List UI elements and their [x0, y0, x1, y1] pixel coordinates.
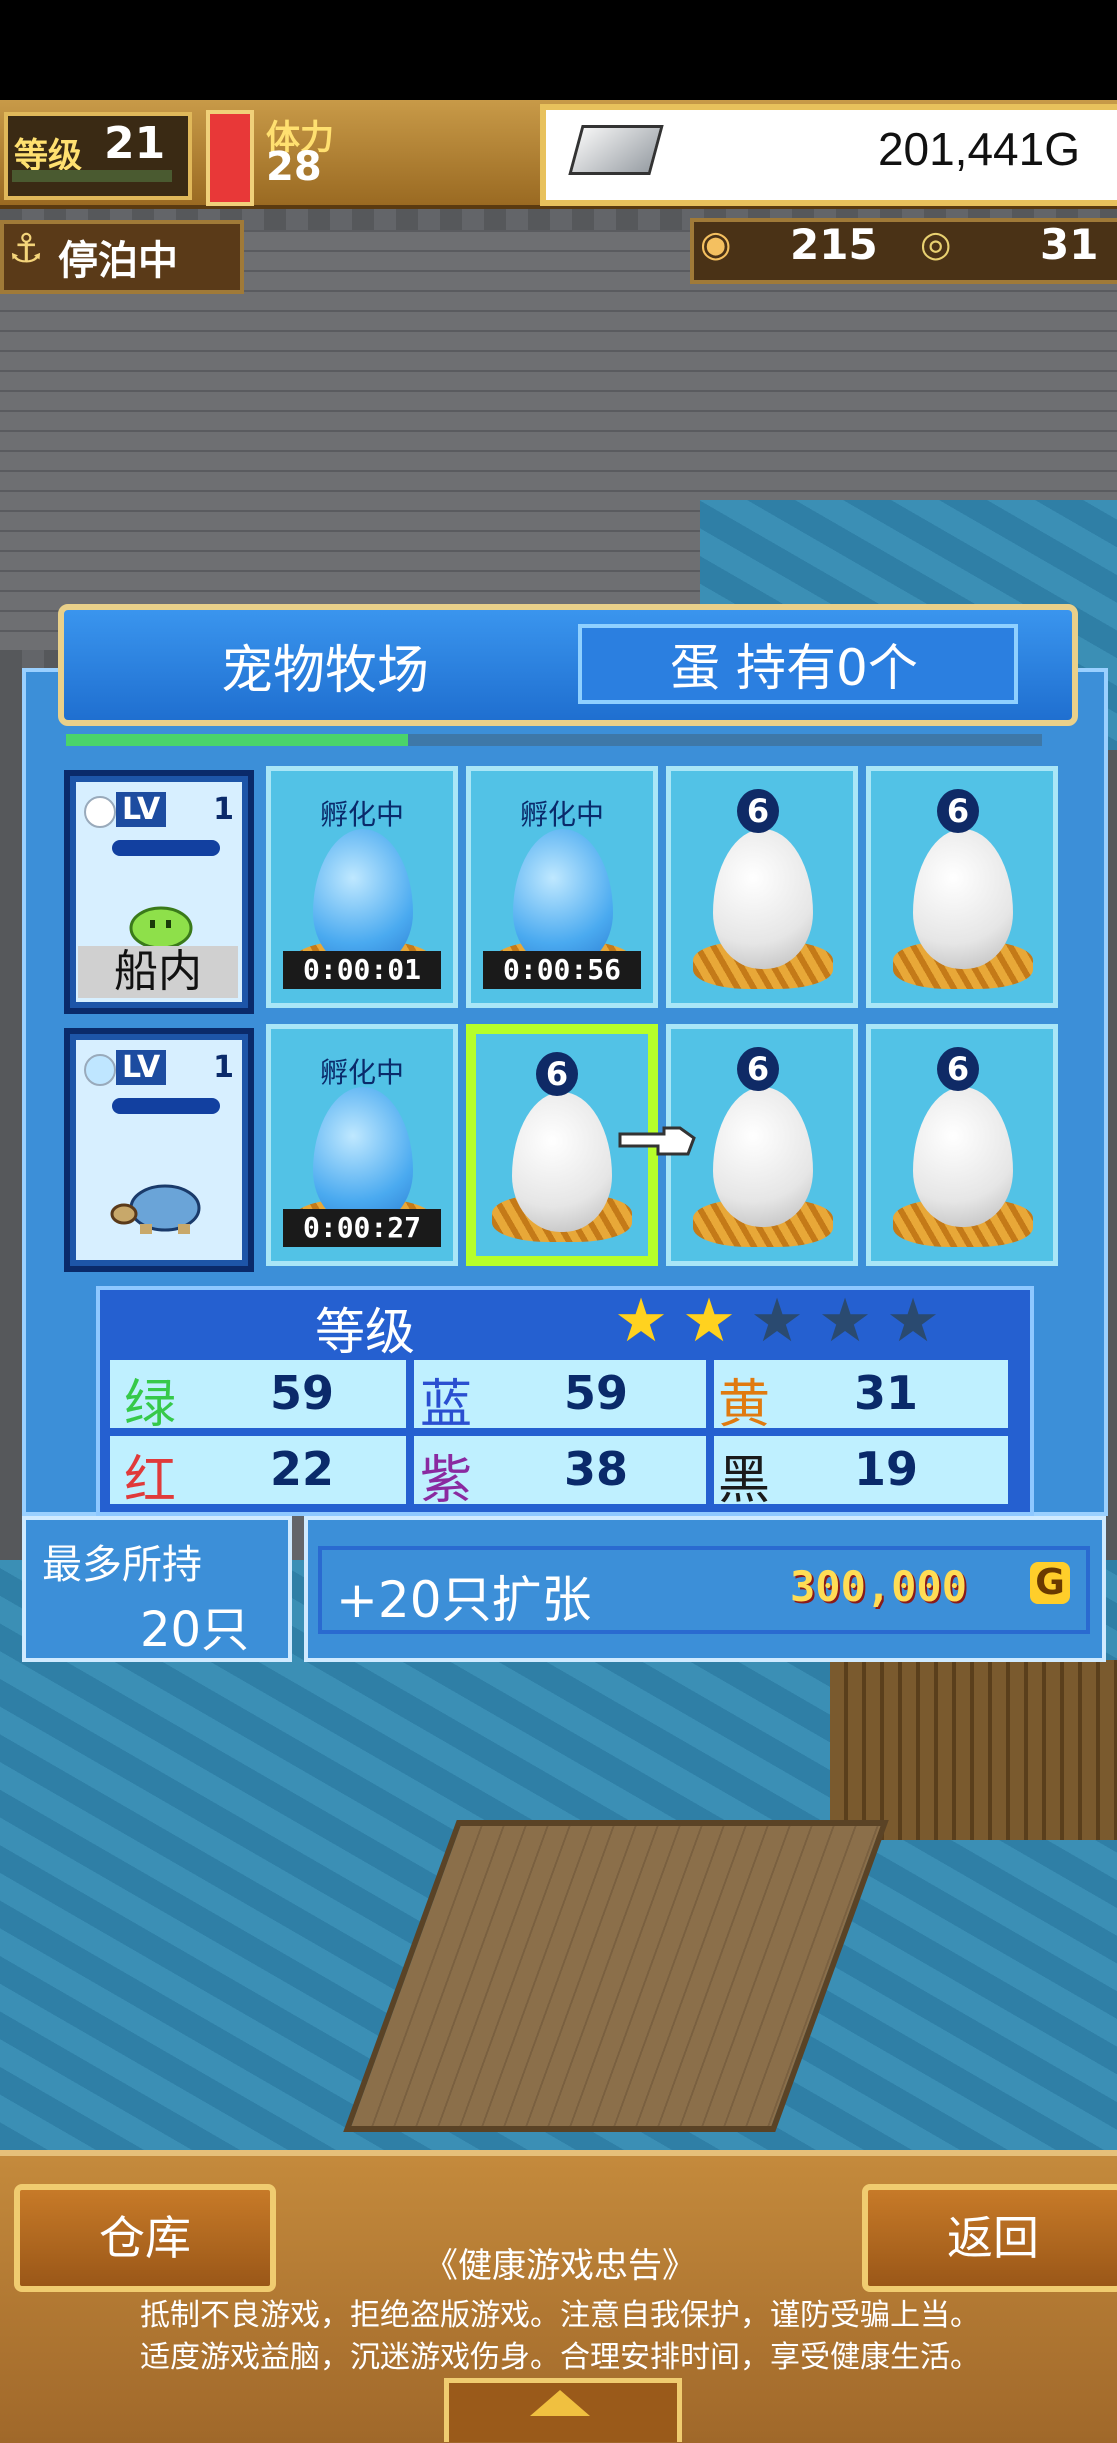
- egg-count-badge: 6: [937, 789, 979, 833]
- green-slime-icon: [129, 906, 193, 950]
- blue-egg-icon: [313, 829, 413, 969]
- hatch-slot-r1c1[interactable]: 孵化中 0:00:01: [266, 766, 458, 1008]
- expand-label: +20只扩张: [336, 1571, 592, 1629]
- stat-name: 黄: [718, 1375, 771, 1435]
- capacity-value: 20只: [140, 1602, 250, 1658]
- blue-egg-icon: [313, 1087, 413, 1227]
- back-button[interactable]: 返回: [862, 2184, 1117, 2292]
- food-icon: ◉: [700, 224, 732, 265]
- hatch-timer: 0:00:01: [283, 951, 441, 989]
- gold-bar-icon: [568, 125, 664, 175]
- stat-value: 19: [854, 1442, 919, 1496]
- experience-bar: [12, 170, 172, 182]
- stat-name: 红: [124, 1451, 177, 1511]
- dock-status-text: 停泊中: [58, 238, 178, 284]
- pet-card-2[interactable]: LV 1: [64, 1028, 254, 1272]
- resource-value-2: 31: [1040, 220, 1099, 269]
- warehouse-button[interactable]: 仓库: [14, 2184, 276, 2292]
- hatch-timer: 0:00:56: [483, 951, 641, 989]
- coin-icon: ◎: [920, 224, 952, 265]
- pet-level-number: 1: [213, 792, 234, 827]
- stat-cell-yellow: 黄 31: [714, 1360, 1008, 1435]
- pointing-hand-icon: [618, 1126, 696, 1156]
- capacity-label: 最多所持: [42, 1542, 202, 1588]
- stat-value: 59: [564, 1366, 629, 1420]
- egg-slot-r1c3[interactable]: 6: [666, 766, 858, 1008]
- resource-value-1: 215: [790, 220, 878, 269]
- white-egg-icon: [713, 1087, 813, 1227]
- white-egg-icon: [913, 829, 1013, 969]
- hatch-slot-r1c2[interactable]: 孵化中 0:00:56: [466, 766, 658, 1008]
- egg-count-badge: 6: [536, 1052, 578, 1096]
- grade-label: 等级: [315, 1303, 415, 1361]
- star-empty-icon: ★: [818, 1286, 872, 1356]
- stat-cell-green: 绿 59: [110, 1360, 406, 1435]
- wooden-fence: [830, 1660, 1117, 1840]
- star-filled-icon: ★: [614, 1286, 668, 1356]
- anchor-icon: ⚓: [8, 226, 44, 272]
- stat-value: 59: [270, 1366, 335, 1420]
- egg-count-badge: 6: [737, 1047, 779, 1091]
- level-value: 21: [104, 118, 166, 169]
- egg-count-badge: 6: [737, 789, 779, 833]
- egg-count-text: 蛋 持有0个: [670, 639, 918, 697]
- element-orb-icon: [84, 796, 116, 828]
- progress-fill: [66, 734, 408, 746]
- stat-name: 黑: [718, 1451, 771, 1511]
- hatch-slot-r2c1[interactable]: 孵化中 0:00:27: [266, 1024, 458, 1266]
- egg-count-badge: 6: [937, 1047, 979, 1091]
- element-orb-icon: [84, 1054, 116, 1086]
- pet-level-number: 1: [213, 1050, 234, 1085]
- stat-cell-red: 红 22: [110, 1436, 406, 1511]
- pet-card-1[interactable]: LV 1 船内: [64, 770, 254, 1014]
- health-notice-title: 《健康游戏忠告》: [424, 2246, 696, 2286]
- stat-cell-black: 黑 19: [714, 1436, 1008, 1511]
- hatching-label: 孵化中: [319, 798, 404, 831]
- egg-slot-r1c4[interactable]: 6: [866, 766, 1058, 1008]
- hatching-label: 孵化中: [319, 1056, 404, 1089]
- health-notice-line-2: 适度游戏益脑，沉迷游戏伤身。合理安排时间，享受健康生活。: [140, 2340, 980, 2375]
- expand-price: 300,000: [790, 1562, 968, 1611]
- hatch-timer: 0:00:27: [283, 1209, 441, 1247]
- pet-card-inner: LV 1 船内: [76, 782, 242, 1002]
- pet-exp-bar: [112, 840, 220, 856]
- gold-coin-icon: G: [1030, 1562, 1070, 1604]
- stamina-value: 28: [266, 144, 322, 190]
- pet-level-label: LV: [116, 1050, 167, 1085]
- pet-level-label: LV: [116, 792, 167, 827]
- hatching-label: 孵化中: [519, 798, 604, 831]
- white-egg-icon: [913, 1087, 1013, 1227]
- pet-exp-bar: [112, 1098, 220, 1114]
- stat-name: 蓝: [420, 1375, 473, 1435]
- gold-value: 201,441G: [877, 123, 1080, 175]
- star-empty-icon: ★: [750, 1286, 804, 1356]
- up-arrow-icon: [530, 2390, 590, 2416]
- stat-name: 绿: [124, 1375, 177, 1435]
- blue-turtle-icon: [110, 1184, 201, 1234]
- star-filled-icon: ★: [682, 1286, 736, 1356]
- stamina-gauge: [206, 110, 254, 206]
- white-egg-icon: [713, 829, 813, 969]
- blue-egg-icon: [513, 829, 613, 969]
- white-egg-icon: [512, 1092, 612, 1232]
- panel-title: 宠物牧场: [220, 641, 429, 701]
- pet-card-inner: LV 1: [76, 1040, 242, 1260]
- stat-cell-purple: 紫 38: [414, 1436, 706, 1511]
- egg-slot-r2c4[interactable]: 6: [866, 1024, 1058, 1266]
- star-empty-icon: ★: [886, 1286, 940, 1356]
- stat-value: 31: [854, 1366, 919, 1420]
- stat-value: 38: [564, 1442, 629, 1496]
- pet-location: 船内: [78, 946, 238, 998]
- stat-name: 紫: [420, 1451, 473, 1511]
- stat-cell-blue: 蓝 59: [414, 1360, 706, 1435]
- stat-value: 22: [270, 1442, 335, 1496]
- health-notice-line-1: 抵制不良游戏，拒绝盗版游戏。注意自我保护，谨防受骗上当。: [140, 2298, 980, 2333]
